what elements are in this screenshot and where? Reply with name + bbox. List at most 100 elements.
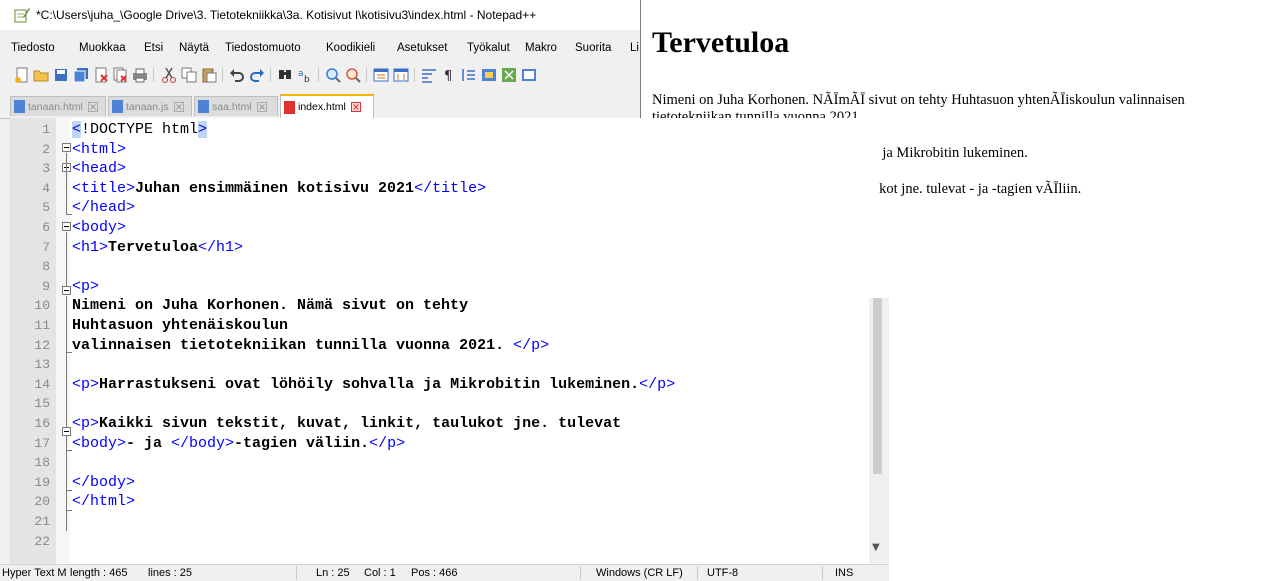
menu-makro[interactable]: Makro: [525, 42, 557, 54]
scrollbar-thumb[interactable]: [873, 298, 882, 474]
zoom-out-icon[interactable]: [345, 67, 361, 83]
code-line: </body>: [72, 473, 136, 491]
fold-p2-icon[interactable]: [62, 427, 71, 436]
status-bar: Hyper Text M length : 465 lines : 25 Ln …: [0, 564, 889, 581]
code-line: <p>Harrastukseni ovat löhöily sohvalla j…: [72, 375, 676, 393]
fold-body-icon[interactable]: [62, 222, 71, 231]
svg-text:b: b: [304, 75, 310, 83]
print-icon[interactable]: [132, 67, 148, 83]
tab-label: tanaan.html: [28, 100, 83, 113]
code-line: Nimeni on Juha Korhonen. Nämä sivut on t…: [72, 297, 469, 315]
line-number: 12: [34, 337, 50, 353]
menu-overflow[interactable]: Li: [630, 42, 639, 54]
sync-horizontal-icon[interactable]: [393, 67, 409, 83]
code-editor[interactable]: 1 2 3 4 5 6 7 8 9 10 11 12 13 14 15 16 17 18 19 20 21 22 <!DO…: [10, 118, 879, 564]
replace-icon[interactable]: ab: [297, 67, 313, 83]
fold-p-icon[interactable]: [62, 286, 71, 295]
status-encoding: UTF-8: [707, 567, 739, 579]
tab-index-html[interactable]: index.html: [280, 94, 374, 118]
file-icon: [284, 100, 295, 114]
tab-label: index.html: [298, 101, 346, 113]
tab-tanaan-html[interactable]: tanaan.html: [10, 96, 106, 116]
doc-map-icon[interactable]: [481, 67, 497, 83]
menu-nayta[interactable]: Näytä: [179, 42, 209, 54]
line-number: 18: [34, 455, 50, 471]
code-line: valinnaisen tietotekniikan tunnilla vuon…: [72, 336, 550, 354]
menu-suorita[interactable]: Suorita: [575, 42, 611, 54]
tab-tanaan-js[interactable]: tanaan.js: [108, 96, 192, 116]
close-icon[interactable]: [87, 101, 98, 112]
save-icon[interactable]: [53, 67, 69, 83]
file-icon: [198, 100, 209, 113]
line-number-gutter: 1 2 3 4 5 6 7 8 9 10 11 12 13 14 15 16 17 18 19 20 21 22: [10, 118, 56, 564]
code-line: <body>: [72, 219, 127, 236]
line-number: 14: [34, 376, 50, 392]
tab-label: saa.html: [212, 100, 252, 113]
menu-tiedostomuoto[interactable]: Tiedostomuoto: [225, 42, 301, 54]
tab-bar: tanaan.html tanaan.js saa.html index.htm…: [0, 94, 640, 119]
indent-guide-icon[interactable]: [461, 67, 477, 83]
word-wrap-icon[interactable]: [421, 67, 437, 83]
file-icon: [14, 100, 25, 113]
menu-tyokalut[interactable]: Työkalut: [467, 42, 510, 54]
close-file-icon[interactable]: [93, 67, 109, 83]
notepadpp-icon: [14, 8, 30, 23]
line-number: 21: [34, 514, 50, 529]
status-insert-mode: INS: [835, 567, 854, 579]
redo-icon[interactable]: [249, 67, 265, 83]
menu-tiedosto[interactable]: Tiedosto: [11, 42, 55, 54]
code-line: Huhtasuon yhtenäiskoulun: [72, 317, 289, 334]
close-icon[interactable]: [256, 101, 267, 112]
close-all-icon[interactable]: [112, 67, 128, 83]
menu-koodikieli[interactable]: Koodikieli: [326, 42, 375, 54]
menu-asetukset[interactable]: Asetukset: [397, 42, 448, 54]
close-icon[interactable]: [350, 102, 361, 112]
line-number: 5: [42, 200, 50, 216]
open-file-icon[interactable]: [33, 67, 49, 83]
svg-text:a: a: [298, 69, 304, 79]
status-length: length : 465: [70, 567, 128, 579]
line-number: 3: [42, 161, 50, 177]
folder-workspace-icon[interactable]: [521, 67, 537, 83]
undo-icon[interactable]: [229, 67, 245, 83]
line-number: 13: [34, 357, 50, 373]
code-line: <h1>Tervetuloa</h1>: [72, 238, 244, 256]
line-number: 19: [34, 474, 50, 490]
code-line: <head>: [72, 160, 127, 178]
status-eol: Windows (CR LF): [596, 567, 683, 579]
line-number: 15: [34, 396, 50, 412]
line-number: 16: [34, 416, 50, 431]
line-number: 22: [34, 533, 50, 549]
status-column: Col : 1: [364, 567, 396, 579]
menu-etsi[interactable]: Etsi: [144, 42, 163, 54]
find-icon[interactable]: [277, 67, 293, 83]
line-number: 8: [42, 259, 50, 275]
function-list-icon[interactable]: [501, 67, 517, 83]
line-number: 10: [34, 298, 50, 314]
show-all-chars-icon[interactable]: ¶: [441, 67, 457, 83]
scroll-down-icon[interactable]: ▼: [872, 542, 880, 553]
code-line: <p>Kaikki sivun tekstit, kuvat, linkit, …: [72, 415, 622, 432]
fold-html-icon[interactable]: [62, 143, 71, 152]
code-line: <p>: [72, 277, 100, 295]
close-icon[interactable]: [173, 101, 184, 112]
svg-text:¶: ¶: [444, 69, 452, 83]
status-file-type: Hyper Text M: [2, 567, 67, 579]
copy-icon[interactable]: [181, 67, 197, 83]
vertical-scrollbar[interactable]: ▼: [869, 298, 886, 564]
sync-vertical-icon[interactable]: [373, 67, 389, 83]
code-line: <html>: [72, 140, 127, 158]
save-all-icon[interactable]: [73, 67, 89, 83]
cut-icon[interactable]: [161, 67, 177, 83]
tab-label: tanaan.js: [126, 100, 169, 113]
menu-muokkaa[interactable]: Muokkaa: [79, 42, 126, 54]
tab-saa-html[interactable]: saa.html: [194, 96, 278, 116]
line-number: 2: [42, 141, 50, 157]
paste-icon[interactable]: [201, 67, 217, 83]
line-number: 4: [42, 180, 50, 196]
new-file-icon[interactable]: [14, 67, 30, 83]
line-number: 1: [42, 122, 50, 137]
zoom-in-icon[interactable]: [325, 67, 341, 83]
page-heading: Tervetuloa: [652, 26, 790, 59]
code-line: <!DOCTYPE html>: [72, 121, 208, 138]
